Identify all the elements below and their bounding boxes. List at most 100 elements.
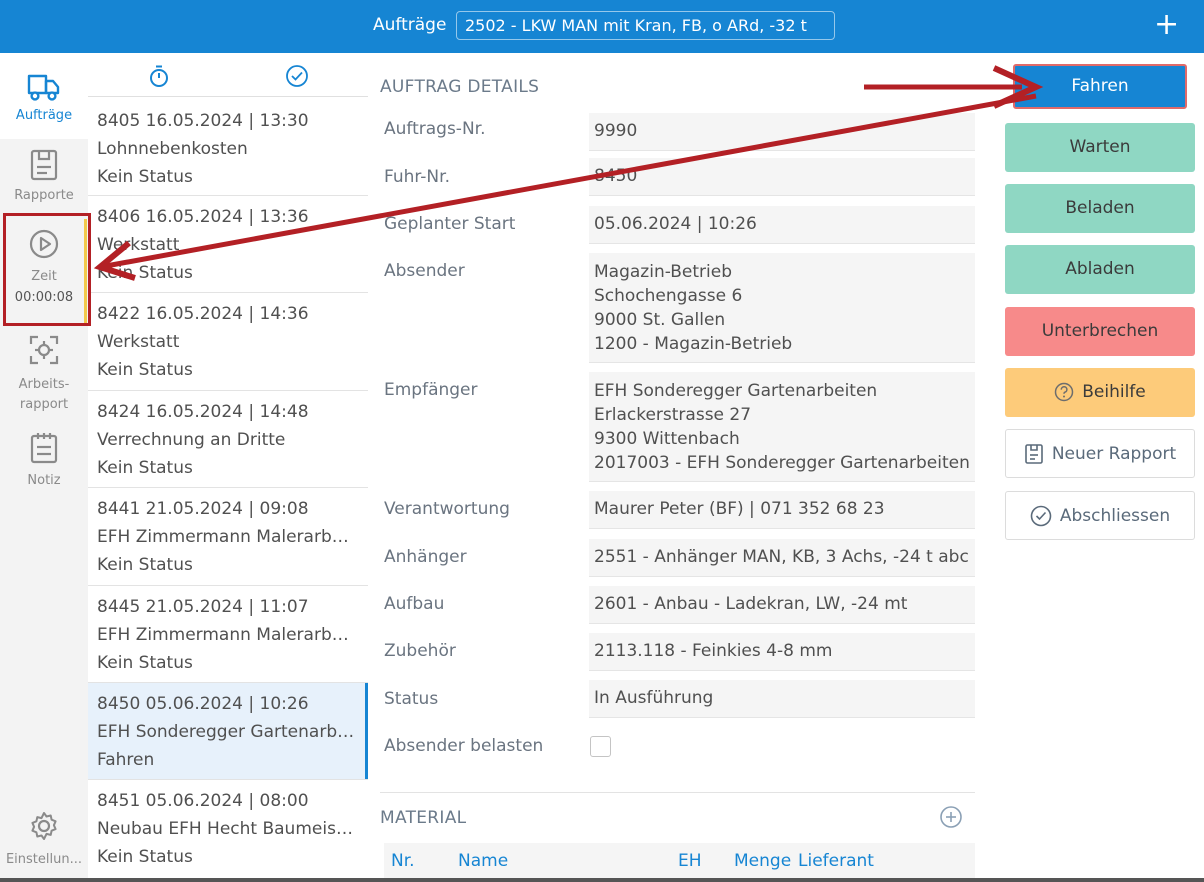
auftrags-nr-value: 9990 — [589, 113, 975, 151]
stopwatch-icon[interactable] — [148, 64, 170, 88]
column-header: Name — [458, 851, 509, 871]
nav-label-einstellungen: Einstellun... — [5, 852, 83, 867]
order-date: 8441 21.05.2024 | 09:08 — [97, 499, 309, 519]
order-date: 8405 16.05.2024 | 13:30 — [97, 111, 309, 131]
order-title: Lohnnebenkosten — [97, 139, 248, 159]
bottom-edge — [0, 878, 1204, 882]
beihilfe-button[interactable]: Beihilfe — [1005, 368, 1195, 417]
fuhr-nr-value: 8450 — [589, 158, 975, 196]
field-label: Empfänger — [384, 380, 478, 400]
material-section-title: MATERIAL — [380, 808, 467, 828]
anhaenger-value: 2551 - Anhänger MAN, KB, 3 Achs, -24 t a… — [589, 539, 975, 577]
nav-item-arbeitsrapport[interactable]: Arbeits- rapport — [0, 329, 88, 417]
order-date: 8422 16.05.2024 | 14:36 — [97, 304, 309, 324]
abschliessen-button[interactable]: Abschliessen — [1005, 491, 1195, 540]
absender-line: 1200 - Magazin-Betrieb — [594, 334, 793, 354]
order-date: 8450 05.06.2024 | 10:26 — [97, 694, 309, 714]
neuer-rapport-button[interactable]: Neuer Rapport — [1005, 429, 1195, 478]
nav-label-arbeitsrapport-1: Arbeits- — [18, 377, 70, 392]
report-icon — [1025, 444, 1043, 464]
order-status: Kein Status — [97, 360, 193, 380]
order-item[interactable]: 8405 16.05.2024 | 13:30 Lohnnebenkosten … — [88, 105, 368, 196]
gear-icon — [31, 812, 57, 840]
header-label: Aufträge — [373, 15, 447, 35]
details-section-title: AUFTRAG DETAILS — [380, 77, 540, 97]
order-list-header — [88, 53, 368, 97]
nav-label-arbeitsrapport-2: rapport — [19, 397, 69, 412]
sidebar-nav: Aufträge Rapporte Zeit 00:00:08 Arbeits-… — [0, 53, 88, 882]
check-circle-icon[interactable] — [285, 64, 309, 88]
order-title: Verrechnung an Dritte — [97, 430, 286, 450]
order-date: 8424 16.05.2024 | 14:48 — [97, 402, 309, 422]
order-title: Neubau EFH Hecht Baumeister — [97, 819, 359, 839]
order-status: Kein Status — [97, 263, 193, 283]
abladen-button[interactable]: Abladen — [1005, 245, 1195, 294]
warten-button[interactable]: Warten — [1005, 123, 1195, 172]
field-label: Zubehör — [384, 641, 456, 661]
divider — [380, 792, 975, 793]
order-title: EFH Zimmermann Malerarbeiten — [97, 527, 359, 547]
nav-item-rapporte[interactable]: Rapporte — [0, 145, 88, 213]
order-title: EFH Zimmermann Malerarbeiten — [97, 625, 359, 645]
field-label: Auftrags-Nr. — [384, 119, 486, 139]
status-value: In Ausführung — [589, 680, 975, 718]
field-label: Fuhr-Nr. — [384, 167, 450, 187]
field-label: Verantwortung — [384, 499, 510, 519]
absender-line: Schochengasse 6 — [594, 286, 743, 306]
field-label: Aufbau — [384, 594, 445, 614]
order-item-selected[interactable]: 8450 05.06.2024 | 10:26 EFH Sonderegger … — [88, 683, 368, 780]
vehicle-selector[interactable]: 2502 - LKW MAN mit Kran, FB, o ARd, -32 … — [456, 11, 835, 40]
order-item[interactable]: 8441 21.05.2024 | 09:08 EFH Zimmermann M… — [88, 488, 368, 586]
add-icon[interactable]: + — [1154, 7, 1179, 43]
verantwortung-value: Maurer Peter (BF) | 071 352 68 23 — [589, 491, 975, 529]
order-item[interactable]: 8445 21.05.2024 | 11:07 EFH Zimmermann M… — [88, 586, 368, 683]
annotation-highlight-box — [3, 213, 91, 326]
order-title: EFH Sonderegger Gartenarbeiten — [97, 722, 359, 742]
fahren-button[interactable]: Fahren — [1013, 64, 1187, 109]
empfaenger-line: 9300 Wittenbach — [594, 429, 740, 449]
truck-icon — [27, 74, 60, 101]
nav-item-auftraege[interactable]: Aufträge — [0, 53, 88, 139]
zubehoer-value: 2113.118 - Feinkies 4-8 mm — [589, 633, 975, 671]
order-list-items: 8405 16.05.2024 | 13:30 Lohnnebenkosten … — [88, 105, 368, 878]
column-header: Menge — [734, 851, 792, 871]
column-header: EH — [678, 851, 702, 871]
report-icon — [30, 149, 58, 181]
focus-icon — [29, 335, 59, 365]
order-date: 8445 21.05.2024 | 11:07 — [97, 597, 309, 617]
order-date: 8451 05.06.2024 | 08:00 — [97, 791, 309, 811]
order-item[interactable]: 8422 16.05.2024 | 14:36 Werkstatt Kein S… — [88, 293, 368, 391]
order-item[interactable]: 8406 16.05.2024 | 13:36 Werkstatt Kein S… — [88, 196, 368, 293]
help-icon — [1054, 382, 1074, 402]
order-item[interactable]: 8451 05.06.2024 | 08:00 Neubau EFH Hecht… — [88, 780, 368, 878]
abschliessen-label: Abschliessen — [1059, 506, 1171, 526]
nav-label-rapporte: Rapporte — [14, 188, 74, 203]
clipboard-icon — [30, 433, 58, 464]
order-date: 8406 16.05.2024 | 13:36 — [97, 207, 309, 227]
nav-item-einstellungen[interactable]: Einstellun... — [0, 808, 88, 878]
check-circle-icon — [1030, 505, 1052, 527]
order-item[interactable]: 8424 16.05.2024 | 14:48 Verrechnung an D… — [88, 391, 368, 488]
unterbrechen-button[interactable]: Unterbrechen — [1005, 307, 1195, 356]
empfaenger-line: EFH Sonderegger Gartenarbeiten — [594, 381, 878, 401]
order-status: Fahren — [97, 750, 155, 770]
order-title: Werkstatt — [97, 332, 180, 352]
beladen-button[interactable]: Beladen — [1005, 184, 1195, 233]
nav-item-notiz[interactable]: Notiz — [0, 429, 88, 495]
empfaenger-value: EFH Sonderegger Gartenarbeiten Erlackers… — [589, 372, 975, 482]
order-status: Kein Status — [97, 167, 193, 187]
absender-belasten-checkbox[interactable] — [590, 736, 611, 757]
empfaenger-line: 2017003 - EFH Sonderegger Gartenarbeiten — [594, 453, 970, 473]
material-table-header: Nr. Name EH Menge Lieferant — [384, 843, 975, 882]
field-label: Status — [384, 689, 439, 709]
column-header: Nr. — [391, 851, 415, 871]
order-title: Werkstatt — [97, 235, 180, 255]
beihilfe-label: Beihilfe — [1082, 382, 1146, 402]
field-label: Absender belasten — [384, 736, 544, 756]
geplanter-start-value: 05.06.2024 | 10:26 — [589, 206, 975, 244]
absender-line: 9000 St. Gallen — [594, 310, 726, 330]
action-panel: Fahren Warten Beladen Abladen Unterbrech… — [991, 53, 1204, 882]
field-label: Anhänger — [384, 547, 467, 567]
order-status: Kein Status — [97, 555, 193, 575]
add-material-icon[interactable] — [940, 806, 962, 828]
